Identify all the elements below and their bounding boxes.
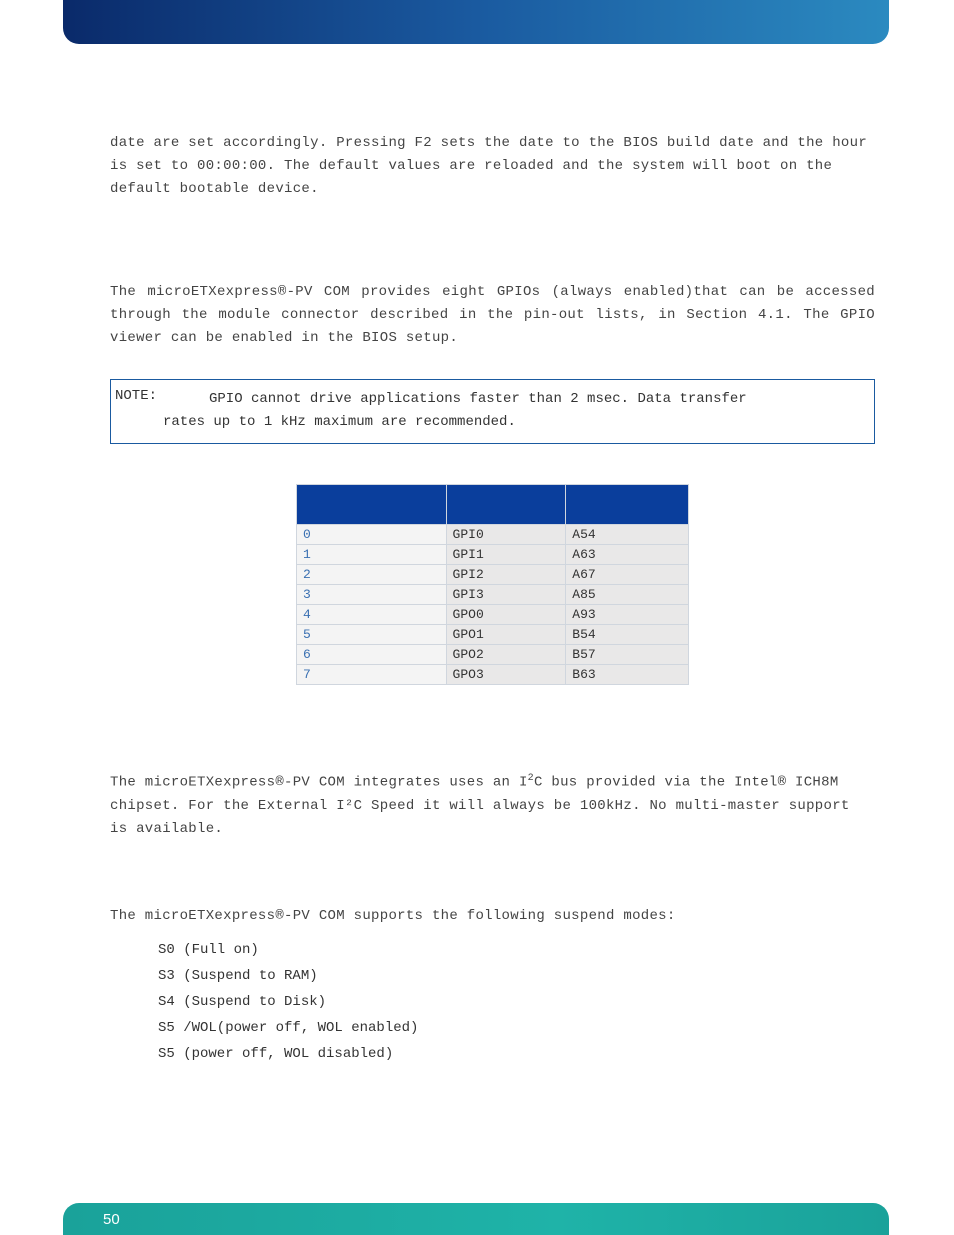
note-text-line2: rates up to 1 kHz maximum are recommende… xyxy=(163,411,864,435)
cell-idx: 4 xyxy=(297,605,447,625)
cell-pin: B54 xyxy=(566,625,689,645)
table-row: 3 GPI3 A85 xyxy=(297,585,689,605)
cell-pin: B63 xyxy=(566,665,689,685)
table-header-2 xyxy=(446,485,566,525)
header-bar xyxy=(63,0,889,44)
paragraph-suspend-intro: The microETXexpress®-PV COM supports the… xyxy=(110,905,875,928)
cell-pin: B57 xyxy=(566,645,689,665)
table-row: 2 GPI2 A67 xyxy=(297,565,689,585)
gpio-table-wrap: 0 GPI0 A54 1 GPI1 A63 2 GPI2 A67 3 GPI3 xyxy=(296,484,689,685)
i2c-text-pre: The microETXexpress®-PV COM integrates u… xyxy=(110,775,528,791)
gpio-table: 0 GPI0 A54 1 GPI1 A63 2 GPI2 A67 3 GPI3 xyxy=(296,484,689,685)
table-row: 4 GPO0 A93 xyxy=(297,605,689,625)
paragraph-i2c: The microETXexpress®-PV COM integrates u… xyxy=(110,771,875,841)
note-box: NOTE: GPIO cannot drive applications fas… xyxy=(110,379,875,445)
paragraph-bios-date: date are set accordingly. Pressing F2 se… xyxy=(110,132,875,201)
cell-name: GPO3 xyxy=(446,665,566,685)
list-item: S4 (Suspend to Disk) xyxy=(158,994,875,1010)
list-item: S3 (Suspend to RAM) xyxy=(158,968,875,984)
cell-idx: 2 xyxy=(297,565,447,585)
suspend-mode-list: S0 (Full on) S3 (Suspend to RAM) S4 (Sus… xyxy=(158,942,875,1062)
cell-name: GPO2 xyxy=(446,645,566,665)
cell-idx: 5 xyxy=(297,625,447,645)
table-header-3 xyxy=(566,485,689,525)
table-row: 5 GPO1 B54 xyxy=(297,625,689,645)
cell-pin: A93 xyxy=(566,605,689,625)
cell-idx: 7 xyxy=(297,665,447,685)
paragraph-gpio-intro: The microETXexpress®-PV COM provides eig… xyxy=(110,281,875,350)
cell-name: GPI1 xyxy=(446,545,566,565)
table-row: 6 GPO2 B57 xyxy=(297,645,689,665)
cell-name: GPI0 xyxy=(446,525,566,545)
cell-name: GPO1 xyxy=(446,625,566,645)
cell-name: GPI3 xyxy=(446,585,566,605)
cell-idx: 0 xyxy=(297,525,447,545)
cell-pin: A85 xyxy=(566,585,689,605)
cell-pin: A63 xyxy=(566,545,689,565)
note-text-line1: GPIO cannot drive applications faster th… xyxy=(209,388,864,412)
table-row: 0 GPI0 A54 xyxy=(297,525,689,545)
table-header-1 xyxy=(297,485,447,525)
page-number: 50 xyxy=(103,1211,120,1228)
list-item: S5 (power off, WOL disabled) xyxy=(158,1046,875,1062)
table-row: 7 GPO3 B63 xyxy=(297,665,689,685)
cell-pin: A67 xyxy=(566,565,689,585)
table-row: 1 GPI1 A63 xyxy=(297,545,689,565)
cell-idx: 1 xyxy=(297,545,447,565)
cell-name: GPO0 xyxy=(446,605,566,625)
list-item: S0 (Full on) xyxy=(158,942,875,958)
cell-idx: 6 xyxy=(297,645,447,665)
cell-pin: A54 xyxy=(566,525,689,545)
footer-bar: 50 xyxy=(63,1203,889,1235)
list-item: S5 /WOL(power off, WOL enabled) xyxy=(158,1020,875,1036)
note-label: NOTE: xyxy=(115,388,209,412)
cell-name: GPI2 xyxy=(446,565,566,585)
page-content: date are set accordingly. Pressing F2 se… xyxy=(110,132,875,1072)
cell-idx: 3 xyxy=(297,585,447,605)
